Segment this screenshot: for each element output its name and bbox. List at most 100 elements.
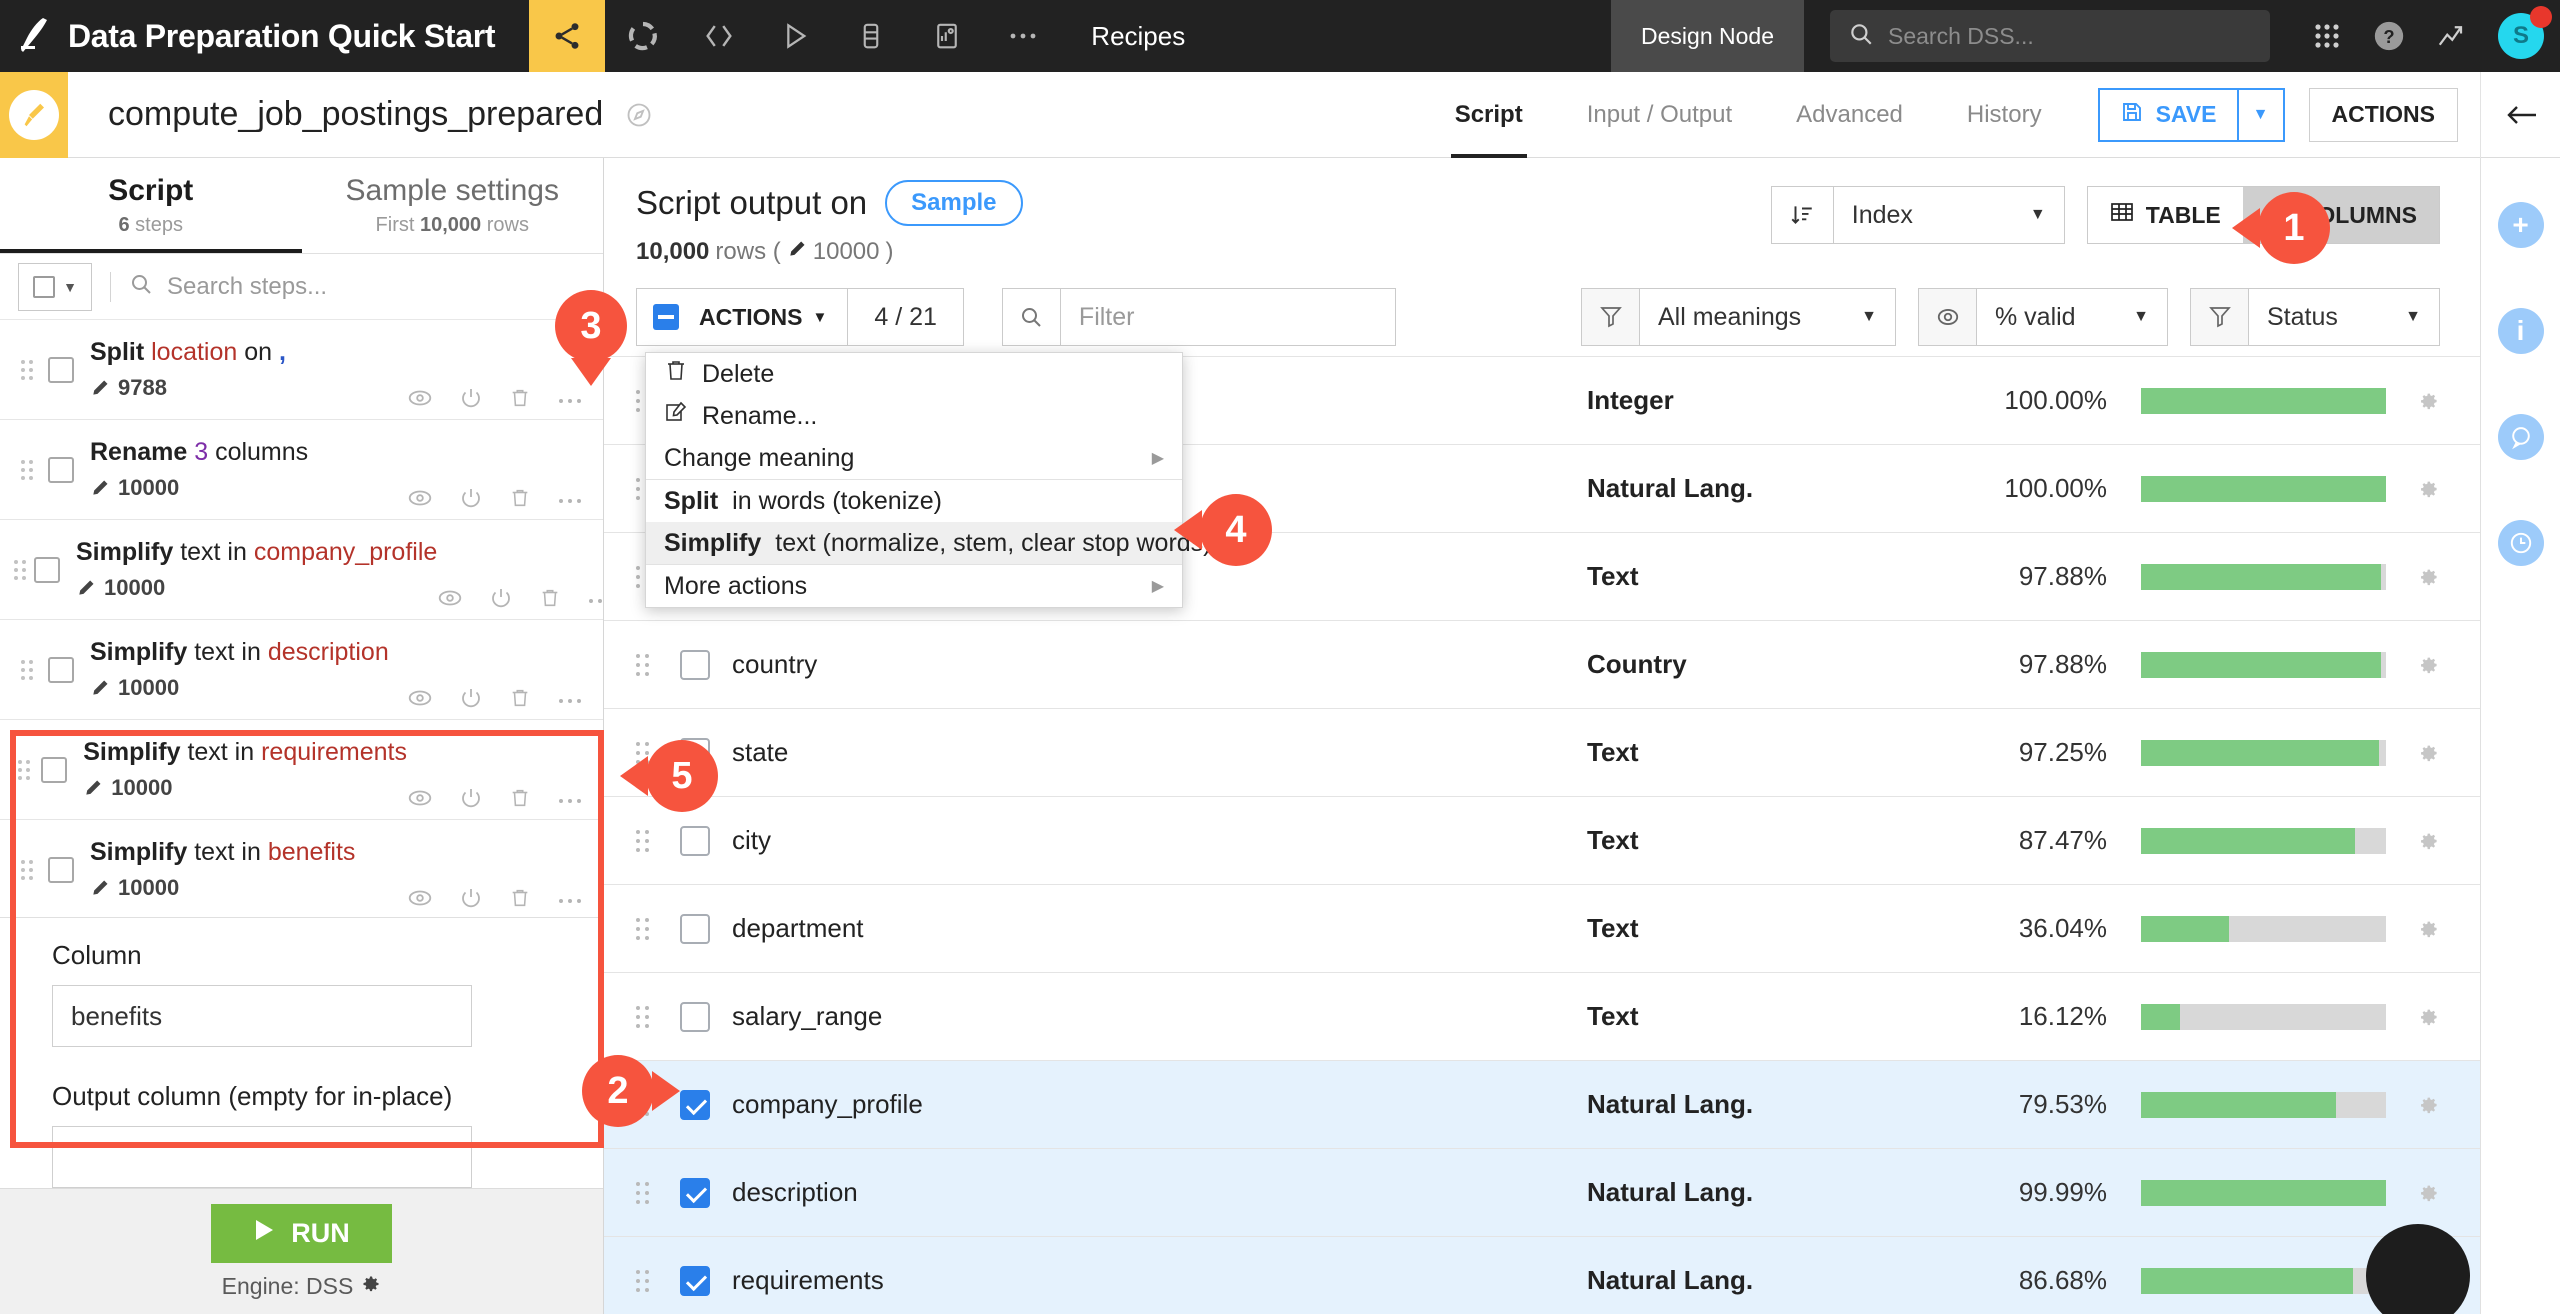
menu-item[interactable]: Change meaning ▶: [646, 437, 1182, 479]
columns-master-checkbox[interactable]: [637, 289, 695, 345]
columns-filter-input[interactable]: [1060, 289, 1395, 345]
more-dots-icon[interactable]: [587, 592, 603, 610]
tab-script[interactable]: Script: [1423, 72, 1555, 158]
drag-handle-icon[interactable]: [636, 917, 662, 940]
drag-handle-icon[interactable]: [636, 653, 662, 676]
code-icon[interactable]: [681, 0, 757, 72]
info-icon[interactable]: i: [2497, 308, 2544, 354]
add-icon[interactable]: +: [2497, 202, 2544, 248]
drag-handle-icon[interactable]: [636, 1005, 662, 1028]
column-checkbox[interactable]: [680, 1089, 710, 1120]
tab-input-output[interactable]: Input / Output: [1555, 72, 1764, 158]
step-row[interactable]: Rename 3 columns 10000: [0, 420, 603, 520]
gear-icon[interactable]: [2416, 1093, 2440, 1117]
column-checkbox[interactable]: [680, 1265, 710, 1296]
trash-icon[interactable]: [509, 386, 531, 415]
more-dots-icon[interactable]: [557, 692, 583, 710]
power-toggle-icon[interactable]: [459, 886, 483, 915]
meanings-filter[interactable]: All meanings ▼: [1581, 288, 1896, 346]
table-row[interactable]: state Text 97.25%: [604, 709, 2480, 797]
valid-metric-filter[interactable]: % valid ▼: [1918, 288, 2168, 346]
steps-search[interactable]: [129, 272, 585, 301]
sort-control[interactable]: Index ▼: [1770, 186, 2065, 244]
step-checkbox[interactable]: [48, 456, 74, 483]
help-circle-icon[interactable]: ?: [2358, 0, 2420, 72]
gear-icon[interactable]: [2416, 1181, 2440, 1205]
power-toggle-icon[interactable]: [459, 786, 483, 815]
drag-handle-icon[interactable]: [14, 359, 40, 380]
discussions-icon[interactable]: [2497, 414, 2544, 460]
meanings-select[interactable]: All meanings ▼: [1640, 289, 1895, 345]
gear-icon[interactable]: [2416, 1005, 2440, 1029]
design-node-label[interactable]: Design Node: [1611, 0, 1804, 72]
step-checkbox[interactable]: [48, 856, 74, 883]
more-dots-icon[interactable]: [557, 392, 583, 410]
left-tab-sample-settings[interactable]: Sample settings First 10,000 rows: [302, 158, 604, 253]
steps-search-input[interactable]: [167, 272, 585, 301]
avatar[interactable]: S: [2482, 0, 2560, 72]
menu-item[interactable]: Rename...: [646, 395, 1182, 437]
drag-handle-icon[interactable]: [14, 559, 26, 580]
drag-handle-icon[interactable]: [14, 859, 40, 880]
sort-select[interactable]: Index ▼: [1834, 187, 2064, 243]
tab-history[interactable]: History: [1935, 72, 2074, 158]
menu-item[interactable]: Delete: [646, 353, 1182, 395]
gear-icon[interactable]: [2416, 829, 2440, 853]
sample-badge[interactable]: Sample: [885, 180, 1023, 226]
drag-handle-icon[interactable]: [14, 659, 40, 680]
gear-icon[interactable]: [2416, 653, 2440, 677]
arrow-left-icon[interactable]: [2480, 71, 2560, 158]
left-tab-script[interactable]: Script 6 steps: [0, 158, 302, 253]
column-input[interactable]: [52, 985, 472, 1047]
flow-share-icon[interactable]: [529, 0, 606, 72]
save-button[interactable]: SAVE: [2097, 87, 2239, 142]
status-filter[interactable]: Status ▼: [2190, 288, 2440, 346]
eye-icon[interactable]: [407, 688, 433, 713]
eye-icon[interactable]: [407, 788, 433, 813]
step-row[interactable]: Simplify text in company_profile 10000: [0, 520, 603, 620]
menu-item[interactable]: More actions ▶: [646, 565, 1182, 607]
power-toggle-icon[interactable]: [459, 686, 483, 715]
columns-actions-button[interactable]: ACTIONS ▼: [695, 289, 847, 345]
more-icon[interactable]: [985, 0, 1061, 72]
dashboard-icon[interactable]: [909, 0, 985, 72]
drag-handle-icon[interactable]: [636, 1269, 662, 1292]
step-row[interactable]: Simplify text in benefits 10000: [0, 820, 603, 917]
eye-icon[interactable]: [437, 588, 463, 613]
table-row[interactable]: salary_range Text 16.12%: [604, 973, 2480, 1061]
more-dots-icon[interactable]: [557, 792, 583, 810]
table-row[interactable]: city Text 87.47%: [604, 797, 2480, 885]
save-dropdown-caret[interactable]: ▼: [2238, 87, 2285, 142]
view-toggle-table[interactable]: TABLE: [2087, 187, 2243, 243]
steps-select-all[interactable]: ▼: [18, 262, 92, 311]
drag-handle-icon[interactable]: [14, 759, 33, 780]
step-row[interactable]: Split location on , 9788: [0, 320, 603, 420]
step-row[interactable]: Simplify text in description 10000: [0, 620, 603, 720]
table-row[interactable]: description Natural Lang. 99.99%: [604, 1149, 2480, 1237]
tab-advanced[interactable]: Advanced: [1764, 72, 1935, 158]
menu-item[interactable]: Simplify text (normalize, stem, clear st…: [646, 522, 1212, 564]
project-title[interactable]: Data Preparation Quick Start: [68, 18, 529, 55]
engine-status[interactable]: Engine: DSS: [222, 1273, 382, 1300]
output-column-input[interactable]: [52, 1126, 472, 1188]
eye-icon[interactable]: [407, 888, 433, 913]
power-toggle-icon[interactable]: [489, 586, 513, 615]
search-input[interactable]: [1888, 22, 2252, 50]
power-toggle-icon[interactable]: [459, 386, 483, 415]
column-checkbox[interactable]: [680, 913, 710, 944]
column-checkbox[interactable]: [680, 825, 710, 856]
table-row[interactable]: requirements Natural Lang. 86.68%: [604, 1237, 2480, 1314]
table-row[interactable]: department Text 36.04%: [604, 885, 2480, 973]
trend-arrow-icon[interactable]: [2420, 0, 2482, 72]
trash-icon[interactable]: [539, 586, 561, 615]
history-clock-icon[interactable]: [2497, 520, 2544, 566]
valid-metric-select[interactable]: % valid ▼: [1977, 289, 2167, 345]
step-row[interactable]: Simplify text in requirements 10000: [0, 720, 603, 820]
compass-icon[interactable]: [625, 101, 653, 129]
recipe-actions-button[interactable]: ACTIONS: [2308, 87, 2458, 142]
columns-filter[interactable]: [1001, 288, 1396, 346]
table-row[interactable]: company_profile Natural Lang. 79.53%: [604, 1061, 2480, 1149]
column-checkbox[interactable]: [680, 649, 710, 680]
menu-item[interactable]: Split in words (tokenize): [646, 480, 1182, 522]
run-button[interactable]: RUN: [211, 1203, 392, 1263]
